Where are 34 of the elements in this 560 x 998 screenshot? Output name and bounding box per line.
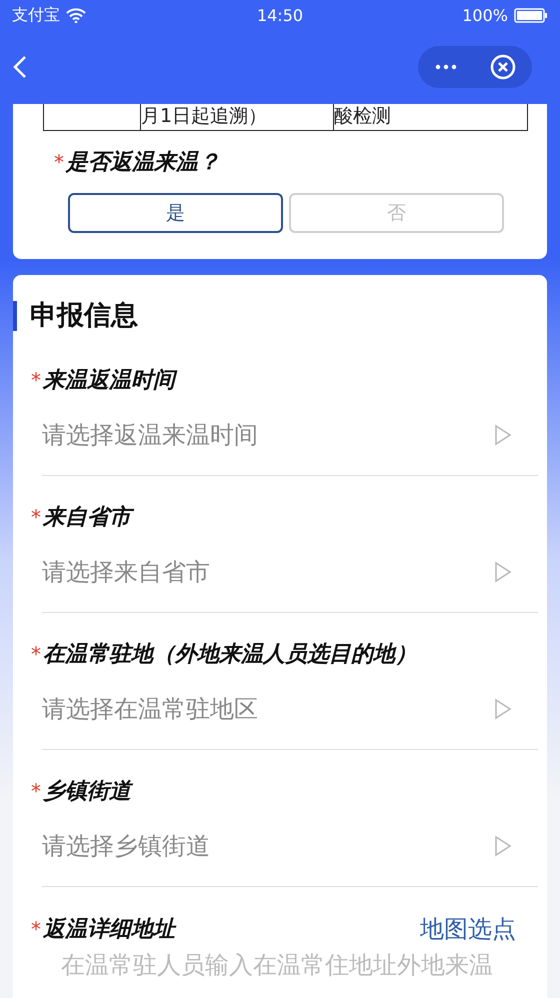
triangle-icon <box>494 698 512 720</box>
required-mark: * <box>31 917 41 941</box>
field-label: 来温返温时间 <box>43 365 175 395</box>
more-icon[interactable] <box>434 64 456 70</box>
required-mark: * <box>31 368 41 392</box>
field-label: 返温详细地址 <box>43 916 175 944</box>
required-mark: * <box>54 150 64 174</box>
section-title: 申报信息 <box>13 301 547 331</box>
wifi-icon <box>66 8 86 22</box>
picker-field[interactable]: 请选择在温常驻地区 <box>42 669 538 750</box>
back-icon[interactable] <box>12 55 28 79</box>
map-pick-link[interactable]: 地图选点 <box>420 913 516 945</box>
required-mark: * <box>31 779 41 803</box>
option-button[interactable]: 是 <box>68 193 283 233</box>
triangle-icon <box>494 561 512 583</box>
field-label: 乡镇街道 <box>43 776 131 806</box>
picker-field[interactable]: 请选择来自省市 <box>42 532 538 613</box>
carrier-name: 支付宝 <box>12 4 60 26</box>
question-label: 是否返温来温？ <box>66 149 220 177</box>
picker-field[interactable]: 请选择乡镇街道 <box>42 806 538 887</box>
table-cell-text: 酸检测 <box>334 104 392 129</box>
clock-time: 14:50 <box>256 6 304 24</box>
required-mark: * <box>31 505 41 529</box>
picker-field[interactable]: 请选择返温来温时间 <box>42 395 538 476</box>
field-label: 在温常驻地（外地来温人员选目的地） <box>43 641 417 669</box>
table-cell: 月1日起追溯） <box>141 104 334 130</box>
close-icon[interactable] <box>490 54 516 80</box>
battery-percent: 100% <box>462 6 508 24</box>
triangle-icon <box>494 835 512 857</box>
required-mark: * <box>31 642 41 666</box>
triangle-icon <box>494 424 512 446</box>
address-input[interactable]: 在温常驻人员输入在温常住地址外地来温 <box>61 949 538 981</box>
battery-icon <box>514 8 548 22</box>
option-button[interactable]: 否 <box>289 193 504 233</box>
